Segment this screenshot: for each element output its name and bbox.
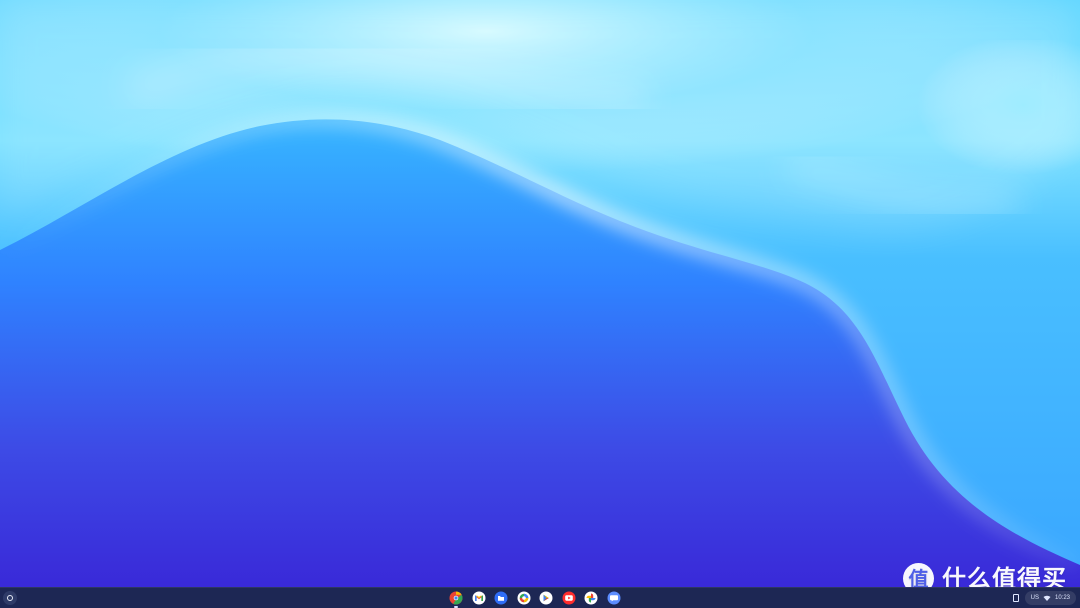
watermark-glyph: 值: [908, 566, 929, 591]
pinned-apps: [449, 591, 621, 608]
messages-icon[interactable]: [607, 591, 621, 605]
wifi-icon: [1043, 594, 1051, 602]
gmail-icon[interactable]: [472, 591, 486, 605]
camera-icon[interactable]: [517, 591, 531, 605]
status-tray[interactable]: US 10:23: [1012, 590, 1076, 606]
files-icon[interactable]: [494, 591, 508, 605]
wallpaper: [0, 0, 1080, 588]
launcher-circle-icon: [7, 595, 13, 601]
chrome-icon[interactable]: [449, 591, 463, 608]
clock: 10:23: [1054, 595, 1070, 601]
shelf: US 10:23: [0, 587, 1080, 608]
keyboard-layout: US: [1030, 595, 1039, 601]
launcher-button[interactable]: [3, 591, 17, 605]
chromeos-desktop: 值 什么值得买 US 10:23: [0, 0, 1080, 608]
phone-icon: [1012, 594, 1019, 602]
youtube-icon[interactable]: [562, 591, 576, 605]
play-store-icon[interactable]: [539, 591, 553, 605]
status-pill[interactable]: US 10:23: [1024, 591, 1076, 605]
photos-icon[interactable]: [584, 591, 598, 605]
